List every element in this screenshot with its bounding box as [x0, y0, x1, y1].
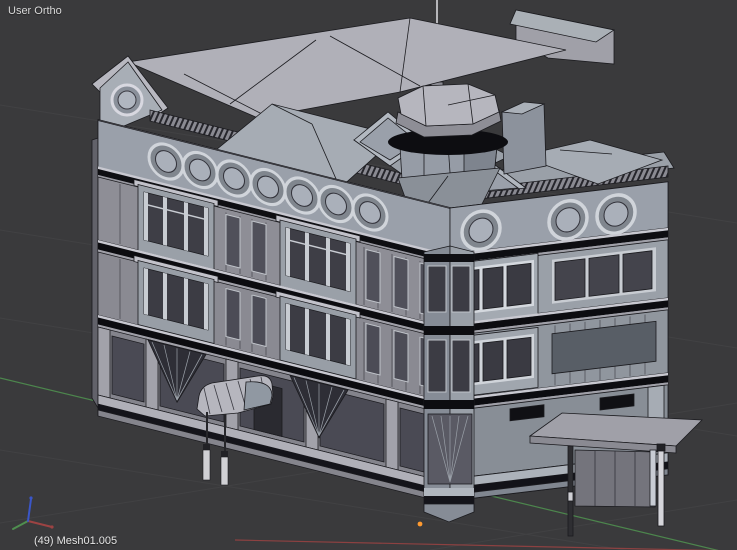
viewport-canvas[interactable]: [0, 0, 737, 550]
corner-bay: [424, 246, 474, 522]
left-end-wall: [92, 138, 98, 408]
view-mode-label: User Ortho: [8, 5, 62, 17]
blender-3d-viewport[interactable]: User Ortho (49) Mesh01.005: [0, 0, 737, 550]
object-origin-dot: [418, 522, 423, 527]
active-object-label: (49) Mesh01.005: [34, 535, 117, 547]
chimney: [502, 102, 546, 174]
